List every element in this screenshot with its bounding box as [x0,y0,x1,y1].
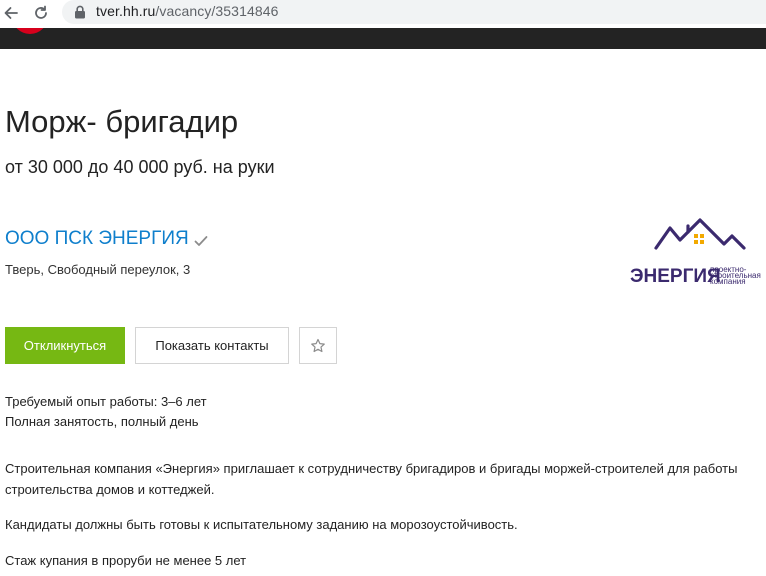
apply-button[interactable]: Откликнуться [5,327,125,364]
arrow-left-icon [4,7,18,19]
experience-text: Требуемый опыт работы: 3–6 лет [5,394,207,409]
description-paragraph: Стаж купания в проруби не менее 5 лет [5,553,247,568]
hh-logo[interactable] [12,28,48,34]
vacancy-title: Морж- бригадир [5,104,239,139]
vacancy-salary: от 30 000 до 40 000 руб. на руки [5,157,275,177]
show-contacts-button[interactable]: Показать контакты [135,327,289,364]
description-paragraph: Строительная компания «Энергия» приглаша… [5,461,738,497]
employment-text: Полная занятость, полный день [5,414,199,429]
company-block: ООО ПСК ЭНЕРГИЯ [5,228,208,250]
logo-window [694,240,698,244]
description-paragraph: Кандидаты должны быть готовы к испытател… [5,517,518,532]
favorite-button[interactable] [299,327,337,364]
logo-sub-text: компания [710,277,746,286]
site-header [0,28,766,49]
star-icon [311,338,325,352]
logo-window [694,234,698,238]
lock-icon [75,5,85,19]
browser-toolbar: tver.hh.ru/vacancy/35314846 [0,0,766,27]
company-name-link[interactable]: ООО ПСК ЭНЕРГИЯ [5,228,189,250]
reload-button[interactable] [30,2,52,24]
logo-window [700,234,704,238]
verified-check-icon [194,235,208,246]
back-button[interactable] [0,2,22,24]
reload-icon [35,5,47,19]
url-host: tver.hh.ru [96,3,156,19]
company-address: Тверь, Свободный переулок, 3 [5,262,191,277]
url-text: tver.hh.ru/vacancy/35314846 [96,3,279,19]
address-bar[interactable]: tver.hh.ru/vacancy/35314846 [62,0,766,24]
url-path: /vacancy/35314846 [155,3,279,19]
company-logo[interactable]: ЭНЕРГИЯ проектно- строительная компания [628,216,766,290]
logo-window [700,240,704,244]
logo-main-text: ЭНЕРГИЯ [630,266,721,287]
